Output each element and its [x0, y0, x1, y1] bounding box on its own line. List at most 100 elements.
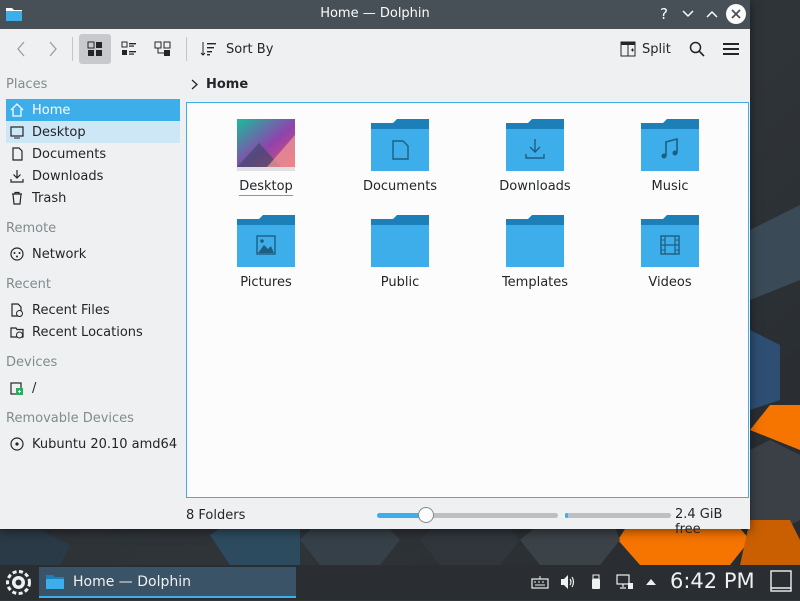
window-title: Home — Dolphin: [320, 6, 430, 21]
folder-templates-icon: [506, 215, 564, 267]
sort-by-label: Sort By: [226, 41, 274, 57]
close-button[interactable]: [726, 4, 746, 24]
folder-pictures-icon: [237, 215, 295, 267]
recent-locations-icon: [10, 325, 24, 339]
sidebar-item-recent-files[interactable]: Recent Files: [6, 299, 180, 321]
chevron-left-icon: [17, 41, 25, 57]
dolphin-window: Home — Dolphin ? Sort By Split Places Ho…: [0, 0, 750, 537]
keyboard-icon: [531, 576, 549, 589]
tray-device-notifier[interactable]: [586, 572, 606, 592]
sidebar-item-trash[interactable]: Trash: [6, 187, 180, 209]
details-view-button[interactable]: [114, 34, 144, 64]
recent-files-icon: [10, 303, 24, 317]
taskbar-task-dolphin[interactable]: Home — Dolphin: [39, 567, 296, 598]
compact-view-button[interactable]: [148, 34, 178, 64]
window-titlebar[interactable]: Home — Dolphin ?: [0, 0, 750, 29]
chevron-up-icon: [646, 579, 656, 585]
sort-by-button[interactable]: Sort By: [194, 34, 274, 64]
breadcrumb-home[interactable]: Home: [206, 77, 248, 92]
network-wired-icon: [616, 574, 633, 589]
sidebar-item-label: Recent Files: [32, 302, 110, 318]
chevron-down-icon: [682, 10, 694, 18]
task-title: Home — Dolphin: [73, 573, 192, 590]
application-launcher-button[interactable]: [4, 568, 33, 597]
sidebar-item-downloads[interactable]: Downloads: [6, 165, 180, 187]
desktop-thumbnail: [237, 119, 295, 171]
tray-network[interactable]: [614, 572, 636, 592]
view-details-icon: [121, 41, 136, 55]
sidebar-item-network[interactable]: Network: [6, 243, 180, 265]
trash-icon: [10, 191, 24, 205]
tray-volume[interactable]: [558, 572, 578, 592]
folder-name: Templates: [501, 275, 569, 290]
sidebar-item-desktop[interactable]: Desktop: [6, 121, 180, 143]
folder-item-templates[interactable]: Templates: [470, 215, 600, 290]
folder-music-icon: [641, 119, 699, 171]
sidebar-item-kubuntu-disc[interactable]: Kubuntu 20.10 amd64: [6, 433, 180, 455]
folder-item-downloads[interactable]: Downloads: [470, 119, 600, 194]
folder-item-music[interactable]: Music: [605, 119, 735, 194]
clock[interactable]: 6:42 PM: [670, 569, 755, 593]
sidebar-item-label: Network: [32, 246, 87, 262]
forward-button[interactable]: [40, 34, 66, 64]
sidebar-item-label: Downloads: [32, 168, 104, 184]
view-tree-icon: [154, 41, 171, 56]
view-icons-icon: [87, 41, 102, 56]
folder-item-desktop[interactable]: Desktop: [201, 119, 331, 196]
sidebar-item-home[interactable]: Home: [6, 99, 180, 121]
chevron-up-icon: [706, 10, 718, 18]
kde-launcher-icon: [6, 570, 31, 595]
folder-name: Music: [651, 179, 689, 194]
sidebar-item-label: Home: [32, 102, 71, 118]
back-button[interactable]: [8, 34, 34, 64]
search-button[interactable]: [684, 34, 710, 64]
remote-header: Remote: [6, 221, 57, 236]
sidebar-item-documents[interactable]: Documents: [6, 143, 180, 165]
maximize-button[interactable]: [702, 4, 722, 24]
desktop-icon: [10, 125, 24, 139]
free-space-label: 2.4 GiB free: [675, 507, 723, 537]
folder-item-public[interactable]: Public: [335, 215, 465, 290]
split-button[interactable]: Split: [614, 34, 676, 64]
split-view-icon: [620, 41, 636, 57]
tray-keyboard[interactable]: [530, 572, 550, 592]
toolbar-separator: [186, 37, 187, 61]
hamburger-menu-button[interactable]: [718, 34, 744, 64]
download-icon: [10, 169, 24, 183]
status-bar: 8 Folders 2.4 GiB free: [186, 504, 750, 537]
sidebar-item-root-drive[interactable]: /: [6, 377, 180, 399]
folder-item-documents[interactable]: Documents: [335, 119, 465, 194]
free-space-bar[interactable]: [565, 513, 671, 518]
sort-icon: [200, 42, 216, 56]
icons-view-button[interactable]: [79, 34, 111, 64]
chevron-right-icon[interactable]: [191, 79, 198, 90]
main-toolbar: Sort By Split: [0, 29, 750, 69]
usb-drive-icon: [592, 574, 600, 589]
show-desktop-button[interactable]: [770, 569, 792, 593]
zoom-slider[interactable]: [377, 507, 558, 523]
help-button[interactable]: ?: [654, 4, 674, 24]
removable-devices-header: Removable Devices: [6, 411, 134, 426]
folder-name: Downloads: [499, 179, 571, 194]
sidebar-item-recent-locations[interactable]: Recent Locations: [6, 321, 180, 343]
places-panel: Places Home Desktop Documents Downloads …: [0, 69, 184, 529]
chevron-right-icon: [49, 41, 57, 57]
folder-downloads-icon: [506, 119, 564, 171]
recent-header: Recent: [6, 277, 51, 292]
tray-expander[interactable]: [642, 572, 660, 592]
zoom-slider-handle[interactable]: [417, 507, 434, 523]
minimize-button[interactable]: [678, 4, 698, 24]
folder-item-videos[interactable]: Videos: [605, 215, 735, 290]
folder-public-icon: [371, 215, 429, 267]
folder-item-pictures[interactable]: Pictures: [201, 215, 331, 290]
hamburger-menu-icon: [723, 43, 739, 55]
taskbar: Home — Dolphin 6:42 PM: [0, 565, 800, 600]
folder-name: Pictures: [240, 275, 292, 290]
network-icon: [10, 247, 24, 261]
document-icon: [10, 147, 24, 161]
folder-name: Desktop: [239, 179, 293, 196]
folder-view[interactable]: Desktop Documents Downloads Music Pictur…: [186, 102, 749, 498]
free-space-bar-fill: [565, 513, 569, 518]
sidebar-item-label: /: [32, 380, 37, 396]
places-header: Places: [6, 77, 48, 92]
